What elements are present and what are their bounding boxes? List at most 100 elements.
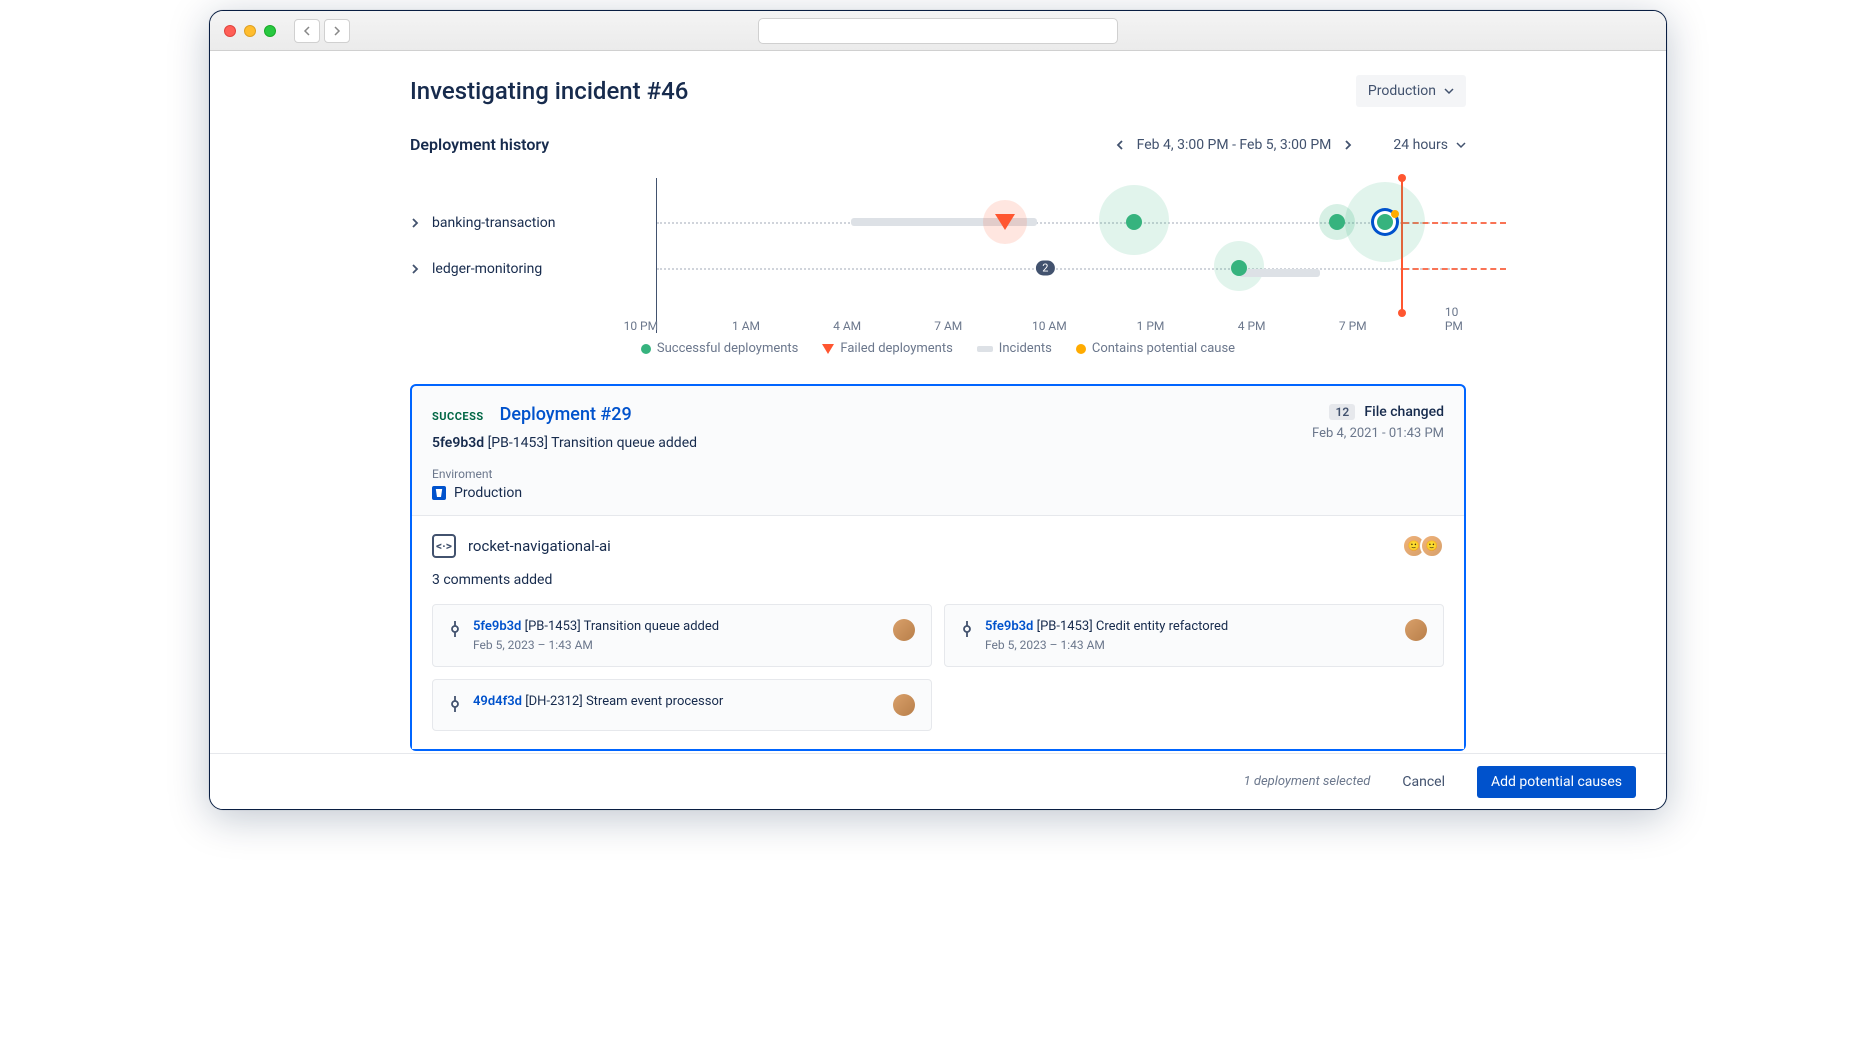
avatar — [1405, 619, 1427, 641]
status-badge: SUCCESS — [432, 410, 484, 423]
failed-deployment-marker[interactable] — [995, 214, 1015, 230]
x-tick: 1 PM — [1137, 319, 1165, 333]
legend-incidents: Incidents — [977, 341, 1052, 356]
successful-deployment-marker[interactable] — [1231, 260, 1247, 276]
code-icon: <·> — [432, 534, 456, 558]
chart-lane — [657, 268, 1466, 270]
environment-value-row: Production — [432, 485, 697, 501]
close-window-button[interactable] — [224, 25, 236, 37]
commit-icon — [961, 619, 973, 641]
x-tick: 10 PM — [624, 319, 659, 333]
chart-service-labels: banking-transaction ledger-monitoring — [410, 178, 656, 333]
date-range-nav: Feb 4, 3:00 PM - Feb 5, 3:00 PM — [1115, 137, 1354, 153]
avatar: 🙂 — [1420, 534, 1444, 558]
x-tick: 10 AM — [1032, 319, 1067, 333]
service-row-banking[interactable]: banking-transaction — [410, 200, 656, 246]
commit-date: Feb 5, 2023 – 1:43 AM — [985, 638, 1393, 652]
commit-message: [PB-1453] Credit entity refactored — [1037, 619, 1229, 634]
commit-card[interactable]: 5fe9b3d [PB-1453] Credit entity refactor… — [944, 604, 1444, 667]
chevron-down-icon — [1456, 140, 1466, 150]
successful-deployment-marker[interactable] — [1126, 214, 1142, 230]
commit-message: [PB-1453] Transition queue added — [525, 619, 719, 634]
commit-card[interactable]: 49d4f3d [DH-2312] Stream event processor — [432, 679, 932, 731]
file-changed-label: File changed — [1364, 404, 1444, 420]
titlebar — [210, 11, 1666, 51]
commit-date: Feb 5, 2023 – 1:43 AM — [473, 638, 881, 652]
section-title: Deployment history — [410, 135, 549, 154]
deployment-detail-card: SUCCESS Deployment #29 5fe9b3d [PB-1453]… — [410, 384, 1466, 751]
back-button[interactable] — [294, 19, 320, 43]
url-bar[interactable] — [758, 18, 1118, 44]
bar-icon — [977, 346, 993, 352]
commit-message: [DH-2312] Stream event processor — [525, 694, 723, 709]
minimize-window-button[interactable] — [244, 25, 256, 37]
avatar — [893, 694, 915, 716]
selection-status: 1 deployment selected — [1244, 774, 1371, 789]
detail-header: SUCCESS Deployment #29 5fe9b3d [PB-1453]… — [412, 386, 1464, 515]
chevron-right-icon — [1343, 140, 1353, 150]
commit-icon — [449, 694, 461, 716]
legend-failed: Failed deployments — [822, 341, 952, 356]
commit-hash-link[interactable]: 5fe9b3d — [473, 619, 521, 634]
chart-lane-after-incident — [1403, 268, 1507, 270]
circle-icon — [1076, 344, 1086, 354]
x-tick: 1 AM — [732, 319, 760, 333]
window-controls — [224, 25, 276, 37]
page-header: Investigating incident #46 Production — [410, 75, 1466, 107]
commit-card[interactable]: 5fe9b3d [PB-1453] Transition queue added… — [432, 604, 932, 667]
x-tick: 7 PM — [1339, 319, 1367, 333]
browser-nav — [294, 19, 350, 43]
legend-potential: Contains potential cause — [1076, 341, 1235, 356]
cancel-button[interactable]: Cancel — [1390, 766, 1457, 798]
commit-icon — [449, 619, 461, 641]
incident-bar[interactable] — [1239, 269, 1320, 277]
chevron-right-icon — [332, 26, 342, 36]
deployment-title[interactable]: Deployment #29 — [500, 404, 632, 425]
file-count-badge: 12 — [1329, 404, 1355, 420]
legend-success: Successful deployments — [641, 341, 798, 356]
add-potential-causes-button[interactable]: Add potential causes — [1477, 766, 1636, 798]
time-range-dropdown[interactable]: 24 hours — [1393, 137, 1466, 153]
chevron-right-icon — [410, 218, 420, 228]
successful-deployment-marker[interactable] — [1329, 214, 1345, 230]
repo-name[interactable]: rocket-navigational-ai — [468, 537, 611, 555]
environment-value: Production — [454, 485, 522, 501]
circle-icon — [641, 344, 651, 354]
section-subheader: Deployment history Feb 4, 3:00 PM - Feb … — [410, 135, 1466, 154]
detail-meta: 12 File changed Feb 4, 2021 - 01:43 PM — [1312, 404, 1444, 501]
footer-bar: 1 deployment selected Cancel Add potenti… — [210, 753, 1666, 809]
service-name: ledger-monitoring — [432, 261, 542, 277]
commit-message: [PB-1453] Transition queue added — [488, 435, 697, 451]
app-window: Investigating incident #46 Production De… — [209, 10, 1667, 810]
forward-button[interactable] — [324, 19, 350, 43]
x-tick: 4 AM — [833, 319, 861, 333]
potential-cause-indicator — [1391, 210, 1399, 218]
environment-label: Enviroment — [432, 467, 697, 481]
date-prev-button[interactable] — [1115, 140, 1125, 150]
environment-label: Production — [1368, 83, 1436, 99]
chevron-left-icon — [302, 26, 312, 36]
service-row-ledger[interactable]: ledger-monitoring — [410, 246, 656, 292]
x-tick: 4 PM — [1238, 319, 1266, 333]
contributor-avatars[interactable]: 🙂 🙂 — [1408, 534, 1444, 558]
triangle-icon — [822, 344, 834, 354]
commit-hash: 5fe9b3d — [432, 435, 484, 451]
time-range-label: 24 hours — [1393, 137, 1448, 153]
chart-plot-area[interactable]: 2 10 PM 1 AM 4 AM 7 AM 10 AM 1 PM 4 PM 7… — [656, 178, 1466, 333]
commit-hash-link[interactable]: 5fe9b3d — [985, 619, 1033, 634]
chevron-left-icon — [1115, 140, 1125, 150]
maximize-window-button[interactable] — [264, 25, 276, 37]
deployment-datetime: Feb 4, 2021 - 01:43 PM — [1312, 426, 1444, 441]
commit-summary: 5fe9b3d [PB-1453] Transition queue added — [432, 435, 697, 451]
avatar — [893, 619, 915, 641]
commit-list: 5fe9b3d [PB-1453] Transition queue added… — [432, 604, 1444, 731]
x-tick: 7 AM — [934, 319, 962, 333]
collapsed-events-badge[interactable]: 2 — [1036, 261, 1054, 276]
date-next-button[interactable] — [1343, 140, 1353, 150]
environment-dropdown[interactable]: Production — [1356, 75, 1466, 107]
commit-hash-link[interactable]: 49d4f3d — [473, 694, 522, 709]
detail-body: <·> rocket-navigational-ai 🙂 🙂 3 comment… — [412, 515, 1464, 749]
chevron-down-icon — [1444, 86, 1454, 96]
chevron-right-icon — [410, 264, 420, 274]
page-title: Investigating incident #46 — [410, 77, 688, 105]
